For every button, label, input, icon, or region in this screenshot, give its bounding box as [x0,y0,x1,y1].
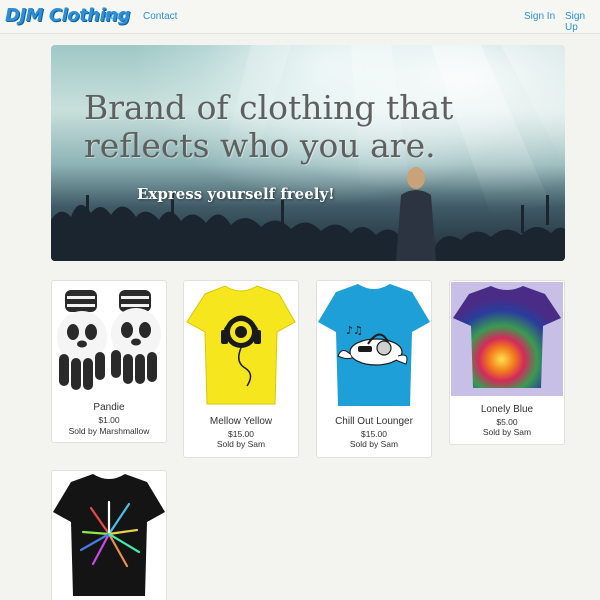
product-card[interactable]: Lonely Blue $5.00 Sold by Sam [449,280,565,445]
tie-dye-tshirt-image [451,282,563,396]
black-tshirt-image [53,474,165,596]
product-seller: Sold by Sam [349,439,399,449]
svg-text:♪♫: ♪♫ [346,324,363,337]
hero-banner: Brand of clothing that reflects who you … [51,45,565,261]
product-card[interactable]: Mellow Yellow $15.00 Sold by Sam [183,280,299,458]
panda-gloves-image [57,290,161,390]
product-name[interactable]: Mellow Yellow [184,416,298,427]
blue-tshirt-image: ♪♫ [318,284,430,406]
yellow-tshirt-image [186,285,296,405]
product-price: $15.00 [228,429,254,439]
product-price: $15.00 [361,429,387,439]
product-price: $1.00 [98,415,120,425]
hero-subtitle: Express yourself freely! [137,185,335,203]
product-seller: Sold by Sam [482,427,532,437]
product-price: $5.00 [496,417,518,427]
hero-title: Brand of clothing that reflects who you … [84,88,454,165]
product-card[interactable]: Pandie $1.00 Sold by Marshmallow [51,280,167,443]
product-seller: Sold by Sam [216,439,266,449]
product-name[interactable]: Chill Out Lounger [317,416,431,427]
navbar: DJM Clothing About Contact Sign In Sign … [0,0,600,34]
sign-up-link[interactable]: Sign Up [565,11,600,33]
sign-in-link[interactable]: Sign In [524,11,555,22]
product-card[interactable] [51,470,167,600]
nav-link-about[interactable]: About [104,11,130,22]
product-name[interactable]: Pandie [52,402,166,413]
nav-link-contact[interactable]: Contact [143,11,177,22]
product-card[interactable]: ♪♫ Chill Out Lounger $15.00 Sold by Sam [316,280,432,458]
product-seller: Sold by Marshmallow [68,426,150,436]
product-name[interactable]: Lonely Blue [450,404,564,415]
